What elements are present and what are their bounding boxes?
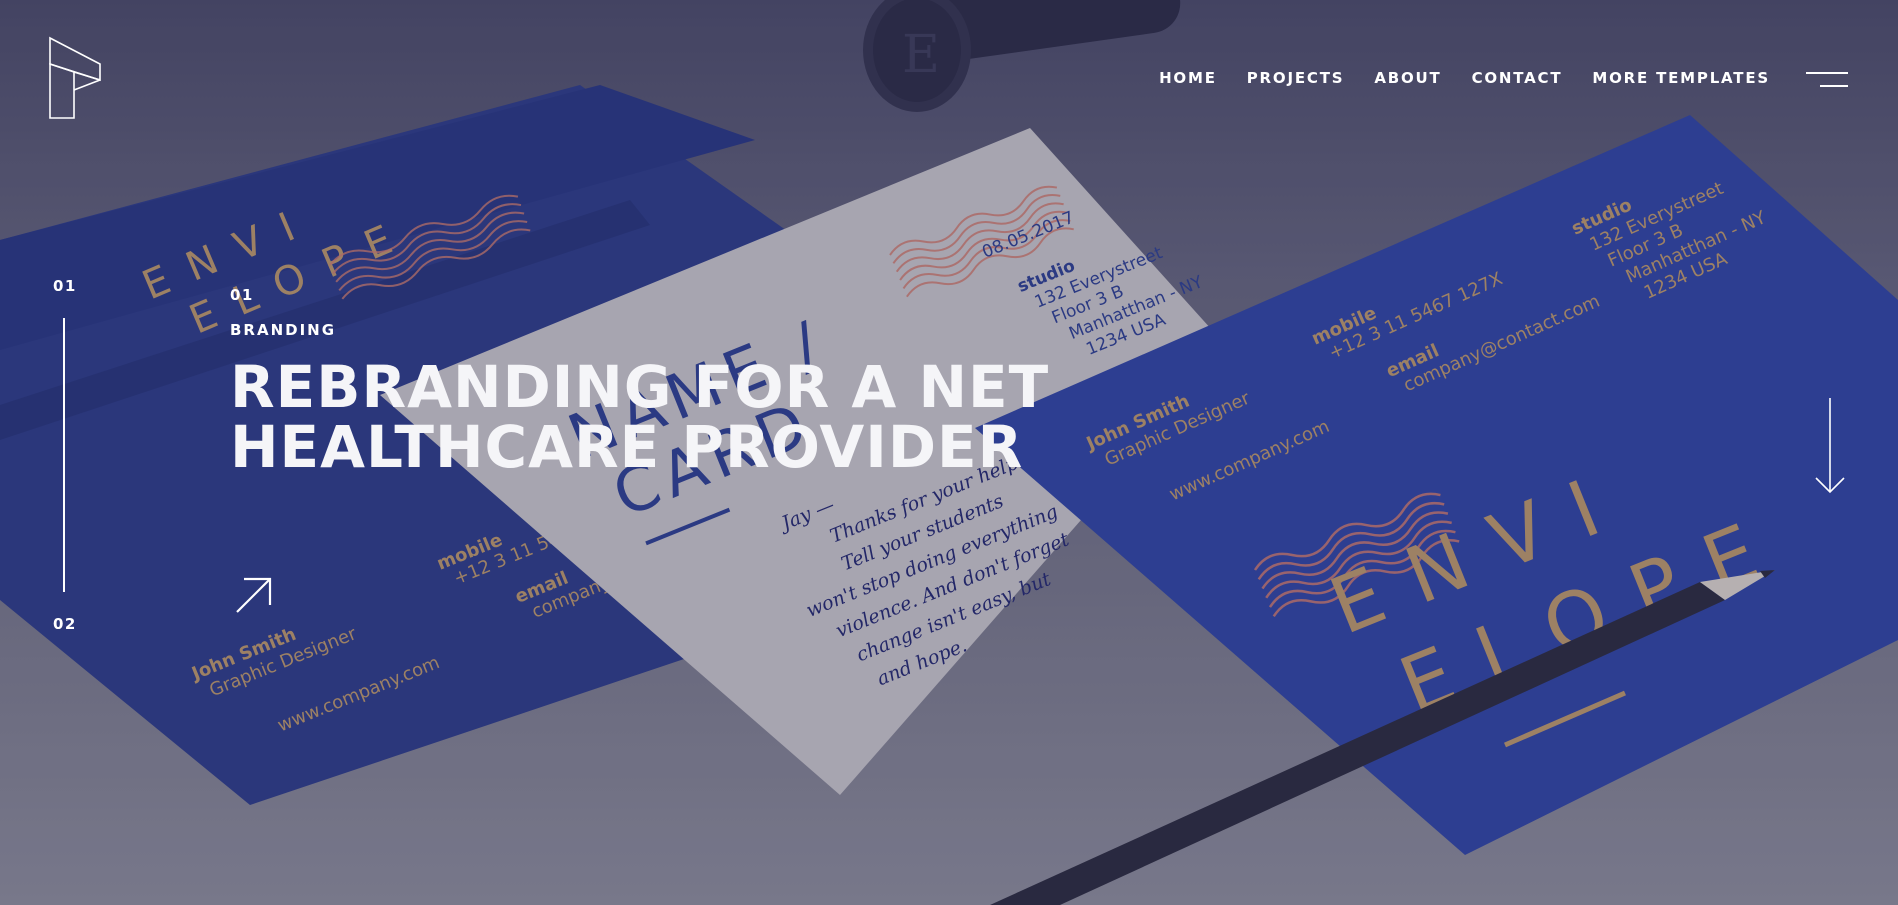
arrow-down-icon[interactable] xyxy=(1815,398,1845,494)
slide-current-number[interactable]: 01 xyxy=(53,277,77,295)
nav-about[interactable]: ABOUT xyxy=(1374,69,1441,87)
project-category: BRANDING xyxy=(230,321,337,339)
project-title: REBRANDING FOR A NET HEALTHCARE PROVIDER xyxy=(230,353,1050,481)
nav-home[interactable]: HOME xyxy=(1159,69,1217,87)
logo-mark-icon[interactable] xyxy=(48,36,102,120)
hamburger-menu-icon[interactable] xyxy=(1806,72,1848,90)
arrow-up-right-icon[interactable] xyxy=(234,575,274,615)
nav-contact[interactable]: CONTACT xyxy=(1472,69,1563,87)
menu-line-bottom xyxy=(1820,85,1848,87)
nav-projects[interactable]: PROJECTS xyxy=(1247,69,1345,87)
main-nav: HOME PROJECTS ABOUT CONTACT MORE TEMPLAT… xyxy=(1159,69,1770,87)
slide-next-number[interactable]: 02 xyxy=(53,615,77,633)
menu-line-top xyxy=(1806,72,1848,74)
hero-content: 01 BRANDING REBRANDING FOR A NET HEALTHC… xyxy=(230,286,1130,477)
nav-more-templates[interactable]: MORE TEMPLATES xyxy=(1592,69,1770,87)
slide-progress-line xyxy=(63,318,65,592)
project-index: 01 xyxy=(230,286,254,304)
